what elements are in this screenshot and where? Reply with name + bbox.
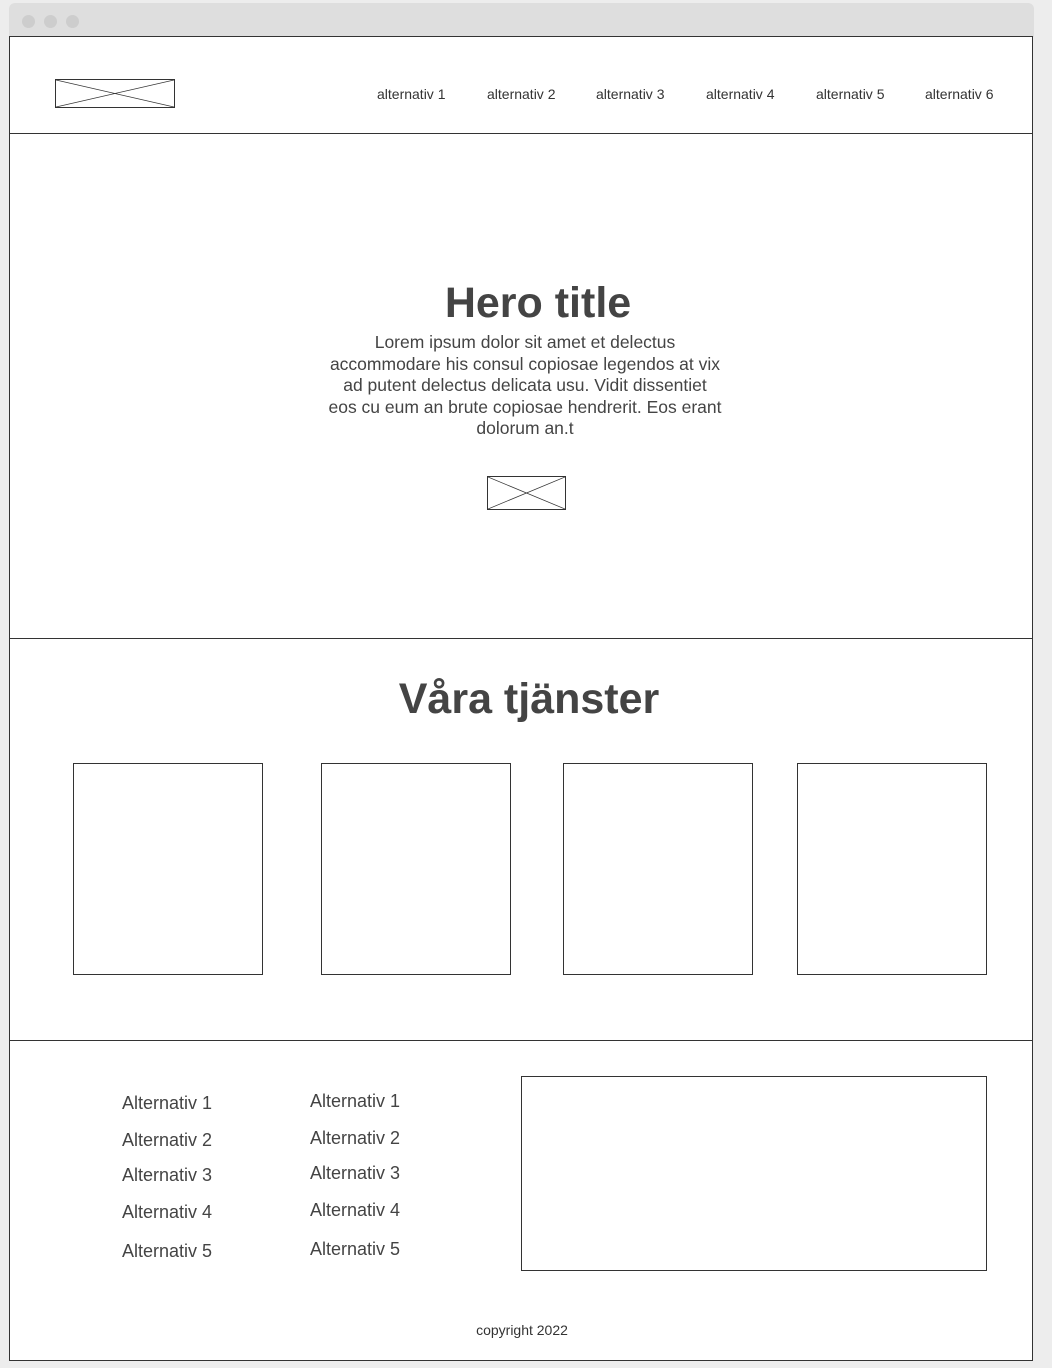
footer-col2-link-3[interactable]: Alternativ 3 bbox=[310, 1163, 400, 1184]
service-card-3[interactable] bbox=[563, 763, 753, 975]
footer-col1-link-4[interactable]: Alternativ 4 bbox=[122, 1202, 212, 1223]
logo-placeholder-image[interactable] bbox=[55, 79, 175, 108]
window-close-dot-icon[interactable] bbox=[22, 15, 35, 28]
footer-col2-link-1[interactable]: Alternativ 1 bbox=[310, 1091, 400, 1112]
footer-col2-link-5[interactable]: Alternativ 5 bbox=[310, 1239, 400, 1260]
window-minimize-dot-icon[interactable] bbox=[44, 15, 57, 28]
page-window: alternativ 1 alternativ 2 alternativ 3 a… bbox=[9, 36, 1033, 1361]
hero-button-placeholder[interactable] bbox=[487, 476, 566, 510]
footer-col1-link-1[interactable]: Alternativ 1 bbox=[122, 1093, 212, 1114]
copyright-text: copyright 2022 bbox=[476, 1322, 568, 1338]
service-card-4[interactable] bbox=[797, 763, 987, 975]
hero-text: Lorem ipsum dolor sit amet et delectus a… bbox=[328, 332, 722, 439]
nav-item-2[interactable]: alternativ 2 bbox=[487, 86, 555, 102]
footer-col2-link-2[interactable]: Alternativ 2 bbox=[310, 1128, 400, 1149]
nav-item-4[interactable]: alternativ 4 bbox=[706, 86, 774, 102]
hero-divider bbox=[10, 638, 1032, 639]
window-maximize-dot-icon[interactable] bbox=[66, 15, 79, 28]
footer-col1-link-2[interactable]: Alternativ 2 bbox=[122, 1130, 212, 1151]
nav-item-5[interactable]: alternativ 5 bbox=[816, 86, 884, 102]
nav-item-3[interactable]: alternativ 3 bbox=[596, 86, 664, 102]
footer-col2-link-4[interactable]: Alternativ 4 bbox=[310, 1200, 400, 1221]
service-card-1[interactable] bbox=[73, 763, 263, 975]
services-title: Våra tjänster bbox=[398, 675, 660, 723]
site-header: alternativ 1 alternativ 2 alternativ 3 a… bbox=[10, 37, 1032, 133]
service-card-2[interactable] bbox=[321, 763, 511, 975]
nav-item-1[interactable]: alternativ 1 bbox=[377, 86, 445, 102]
hero-title: Hero title bbox=[444, 279, 632, 327]
services-divider bbox=[10, 1040, 1032, 1041]
footer-col1-link-3[interactable]: Alternativ 3 bbox=[122, 1165, 212, 1186]
nav-item-6[interactable]: alternativ 6 bbox=[925, 86, 993, 102]
footer-col1-link-5[interactable]: Alternativ 5 bbox=[122, 1241, 212, 1262]
browser-titlebar bbox=[9, 3, 1034, 37]
header-divider bbox=[10, 133, 1032, 134]
footer-content-box bbox=[521, 1076, 987, 1271]
